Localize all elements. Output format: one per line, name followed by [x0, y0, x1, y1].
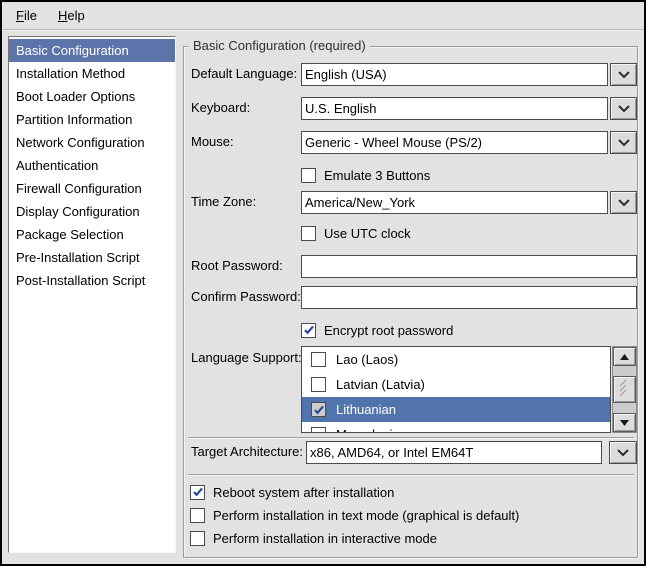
reboot-after-install-checkbox[interactable]: [190, 485, 205, 500]
sidebar-item[interactable]: Pre-Installation Script: [9, 246, 175, 269]
use-utc-clock-checkbox[interactable]: [301, 226, 316, 241]
chevron-down-icon: [617, 195, 631, 210]
text-mode-install-label: Perform installation in text mode (graph…: [213, 508, 519, 523]
interactive-install-label: Perform installation in interactive mode: [213, 531, 437, 546]
interactive-install-checkbox[interactable]: [190, 531, 205, 546]
menu-bar: File Help: [2, 2, 644, 30]
sidebar-list: Basic ConfigurationInstallation MethodBo…: [8, 36, 176, 553]
menu-help[interactable]: Help: [50, 5, 93, 26]
sidebar-item[interactable]: Basic Configuration: [9, 39, 175, 62]
mouse-input[interactable]: [301, 131, 608, 154]
menu-file[interactable]: File: [8, 5, 45, 26]
language-option-label: Latvian (Latvia): [336, 377, 425, 392]
language-option-label: Macedonian: [336, 427, 407, 433]
language-list-scrollbar: [612, 346, 637, 433]
confirm-password-input[interactable]: [301, 286, 637, 309]
target-architecture-label: Target Architecture:: [191, 444, 303, 460]
language-option[interactable]: Lithuanian: [302, 397, 610, 422]
sidebar-item[interactable]: Package Selection: [9, 223, 175, 246]
language-option[interactable]: Macedonian: [302, 422, 610, 433]
chevron-down-icon: [616, 445, 630, 460]
default-language-label: Default Language:: [191, 66, 297, 82]
emulate-3-buttons-label: Emulate 3 Buttons: [324, 168, 430, 183]
time-zone-dropdown-button[interactable]: [610, 191, 637, 214]
sidebar-item[interactable]: Authentication: [9, 154, 175, 177]
scrollbar-trough[interactable]: [613, 366, 636, 413]
target-architecture-input[interactable]: [306, 441, 602, 464]
chevron-down-icon: [617, 101, 631, 116]
sidebar-item[interactable]: Post-Installation Script: [9, 269, 175, 292]
encrypt-root-password-checkbox[interactable]: [301, 323, 316, 338]
root-password-input[interactable]: [301, 255, 637, 278]
sidebar-item[interactable]: Installation Method: [9, 62, 175, 85]
language-support-label: Language Support:: [191, 350, 302, 366]
keyboard-input[interactable]: [301, 97, 608, 120]
language-option[interactable]: Latvian (Latvia): [302, 372, 610, 397]
language-option-checkbox[interactable]: [311, 427, 326, 433]
time-zone-label: Time Zone:: [191, 194, 256, 210]
chevron-down-icon: [617, 67, 631, 82]
language-option[interactable]: Lao (Laos): [302, 347, 610, 372]
reboot-after-install-label: Reboot system after installation: [213, 485, 394, 500]
language-support-list[interactable]: Lao (Laos) Latvian (Latvia) Lithuanian Mace…: [301, 346, 611, 433]
arrow-up-icon: [619, 349, 630, 364]
language-option-checkbox[interactable]: [311, 377, 326, 392]
language-option-checkbox[interactable]: [311, 402, 326, 417]
target-architecture-dropdown-button[interactable]: [609, 441, 637, 464]
mouse-label: Mouse:: [191, 134, 234, 150]
encrypt-root-password-label: Encrypt root password: [324, 323, 453, 338]
language-option-checkbox[interactable]: [311, 352, 326, 367]
arrow-down-icon: [619, 415, 630, 430]
keyboard-label: Keyboard:: [191, 100, 250, 116]
default-language-input[interactable]: [301, 63, 608, 86]
language-option-label: Lithuanian: [336, 402, 396, 417]
confirm-password-label: Confirm Password:: [191, 289, 301, 305]
scrollbar-thumb[interactable]: [613, 376, 636, 403]
keyboard-dropdown-button[interactable]: [610, 97, 637, 120]
panel-title: Basic Configuration (required): [189, 38, 370, 54]
basic-configuration-panel: Basic Configuration (required) Default L…: [183, 46, 638, 558]
sidebar-item[interactable]: Network Configuration: [9, 131, 175, 154]
scroll-up-button[interactable]: [613, 347, 636, 366]
scroll-down-button[interactable]: [613, 413, 636, 432]
root-password-label: Root Password:: [191, 258, 283, 274]
separator: [188, 437, 634, 439]
time-zone-input[interactable]: [301, 191, 608, 214]
use-utc-clock-label: Use UTC clock: [324, 226, 411, 241]
default-language-dropdown-button[interactable]: [610, 63, 637, 86]
text-mode-install-checkbox[interactable]: [190, 508, 205, 523]
sidebar-item[interactable]: Partition Information: [9, 108, 175, 131]
chevron-down-icon: [617, 135, 631, 150]
emulate-3-buttons-checkbox[interactable]: [301, 168, 316, 183]
separator: [188, 474, 634, 476]
sidebar-item[interactable]: Firewall Configuration: [9, 177, 175, 200]
mouse-dropdown-button[interactable]: [610, 131, 637, 154]
kickstart-configurator-window: File Help Basic ConfigurationInstallatio…: [0, 0, 646, 566]
language-option-label: Lao (Laos): [336, 352, 398, 367]
sidebar-item[interactable]: Boot Loader Options: [9, 85, 175, 108]
grip-icon: [619, 380, 630, 400]
sidebar-item[interactable]: Display Configuration: [9, 200, 175, 223]
